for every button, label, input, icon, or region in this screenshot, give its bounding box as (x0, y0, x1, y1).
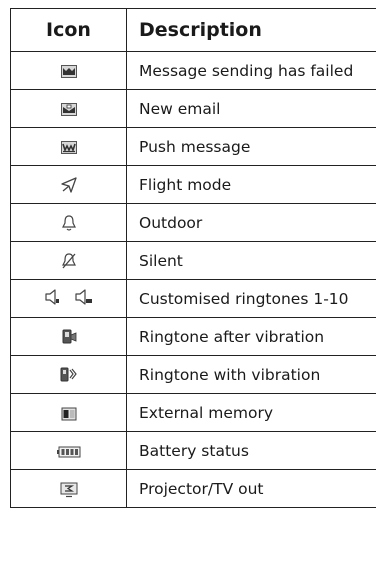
table-row: Flight mode (10, 165, 376, 204)
row-description: Battery status (126, 431, 376, 470)
push-message-icon (60, 141, 77, 154)
flight-mode-icon (60, 177, 77, 193)
icon-column-header: Icon (10, 8, 127, 52)
table-row: Push message (10, 127, 376, 166)
new-email-icon (60, 103, 77, 116)
row-description: Silent (126, 241, 376, 280)
table-row: Outdoor (10, 203, 376, 242)
table-row: Message sending has failed (10, 51, 376, 90)
projector-tv-out-icon (60, 482, 77, 497)
ringtone-after-vibration-icon (62, 329, 76, 344)
table-row: Battery status (10, 431, 376, 470)
table-row: Ringtone with vibration (10, 355, 376, 394)
table-row: Ringtone after vibration (10, 317, 376, 356)
row-description: New email (126, 89, 376, 128)
table-row: External memory (10, 393, 376, 432)
table-row: Silent (10, 241, 376, 280)
table-row: Projector/TV out (10, 469, 376, 508)
battery-status-icon (56, 446, 80, 457)
row-description: External memory (126, 393, 376, 432)
table-header-row: Icon Description (10, 8, 376, 52)
row-description: Projector/TV out (126, 469, 376, 508)
description-column-header: Description (126, 8, 376, 52)
ringtone-with-vibration-icon (60, 367, 77, 382)
customised-ringtone-10-icon (74, 288, 92, 305)
row-description: Customised ringtones 1-10 (126, 279, 376, 318)
table-row: New email (10, 89, 376, 128)
row-description: Flight mode (126, 165, 376, 204)
message-failed-icon (60, 65, 77, 78)
customised-ringtone-icon (44, 288, 59, 305)
outdoor-bell-icon (61, 215, 76, 231)
icon-description-table: Icon Description Message sending has fai… (10, 8, 376, 508)
row-description: Message sending has failed (126, 51, 376, 90)
row-description: Push message (126, 127, 376, 166)
row-description: Outdoor (126, 203, 376, 242)
table-row: Customised ringtones 1-10 (10, 279, 376, 318)
row-description: Ringtone after vibration (126, 317, 376, 356)
external-memory-icon (61, 407, 76, 420)
silent-icon (61, 253, 76, 269)
row-description: Ringtone with vibration (126, 355, 376, 394)
